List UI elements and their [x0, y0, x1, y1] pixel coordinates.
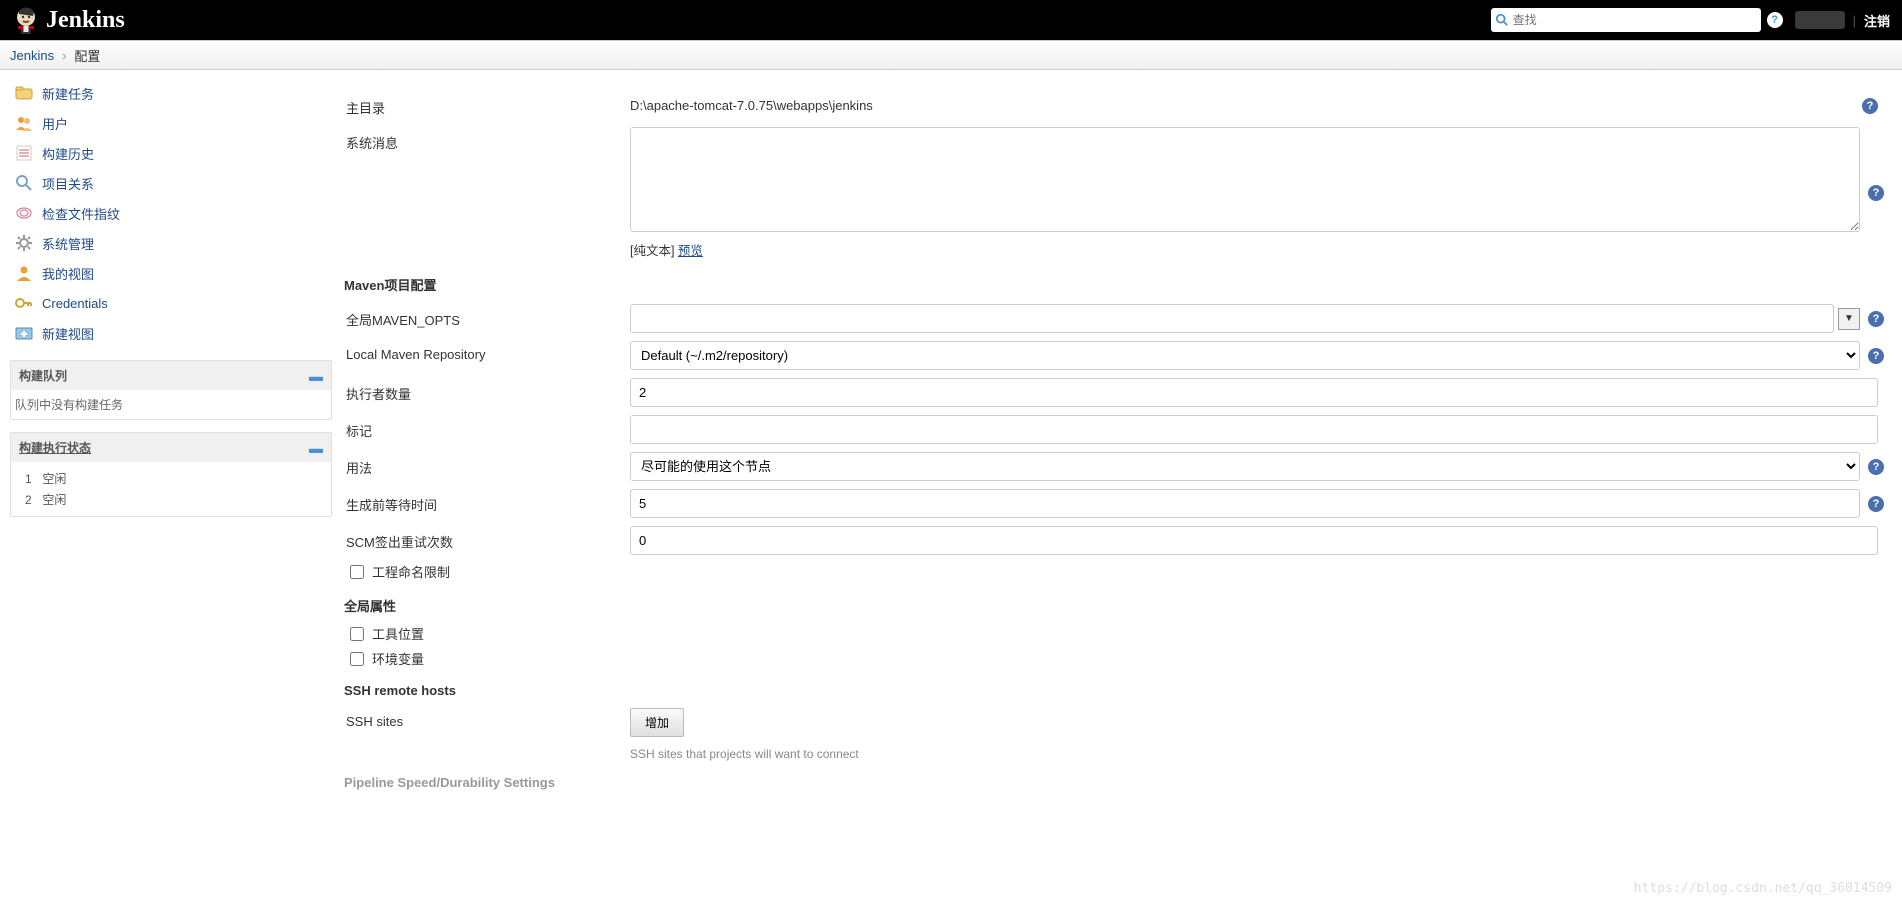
ssh-section-title: SSH remote hosts	[340, 671, 1884, 704]
user-name-blurred[interactable]	[1795, 11, 1845, 29]
header-help-icon[interactable]: ?	[1767, 12, 1783, 28]
scm-retry-label: SCM签出重试次数	[340, 526, 630, 551]
pipeline-section-title: Pipeline Speed/Durability Settings	[340, 761, 1884, 794]
executors-count-input[interactable]	[630, 378, 1878, 407]
collapse-exec-icon[interactable]: ▬	[309, 440, 323, 456]
jenkins-head-icon	[12, 4, 40, 36]
chevron-right-icon: ›	[62, 48, 66, 63]
maven-repo-label: Local Maven Repository	[340, 341, 630, 362]
key-icon	[14, 293, 34, 313]
tool-locations-label: 工具位置	[372, 624, 424, 643]
search-icon	[1495, 13, 1509, 27]
sidebar-item-credentials[interactable]: Credentials	[10, 288, 332, 318]
executor-row: 1 空闲	[15, 468, 327, 489]
env-vars-checkbox[interactable]	[350, 652, 364, 666]
expand-button[interactable]: ▼	[1838, 308, 1860, 330]
maven-opts-label: 全局MAVEN_OPTS	[340, 304, 630, 329]
sidebar-item-history[interactable]: 构建历史	[10, 138, 332, 168]
naming-strategy-label: 工程命名限制	[372, 562, 450, 581]
sidebar-item-myview[interactable]: 我的视图	[10, 258, 332, 288]
help-icon[interactable]: ?	[1868, 496, 1884, 512]
search-input[interactable]	[1513, 13, 1757, 27]
maven-section-title: Maven项目配置	[340, 263, 1884, 300]
users-icon	[14, 113, 34, 133]
executor-status-link[interactable]: 构建执行状态	[19, 439, 91, 456]
fingerprint-icon	[14, 203, 34, 223]
label-input[interactable]	[630, 415, 1878, 444]
breadcrumb-current: 配置	[74, 46, 100, 65]
executors-count-label: 执行者数量	[340, 378, 630, 403]
sidebar-item-relation[interactable]: 项目关系	[10, 168, 332, 198]
help-icon[interactable]: ?	[1868, 459, 1884, 475]
global-props-section-title: 全局属性	[340, 584, 1884, 621]
ssh-add-button[interactable]: 增加	[630, 708, 684, 737]
sysmsg-textarea[interactable]	[630, 127, 1860, 232]
home-dir-value: D:\apache-tomcat-7.0.75\webapps\jenkins	[630, 92, 873, 119]
new-job-icon	[14, 83, 34, 103]
help-icon[interactable]: ?	[1868, 348, 1884, 364]
home-dir-label: 主目录	[340, 92, 630, 117]
breadcrumb: Jenkins › 配置	[0, 40, 1902, 70]
usage-select[interactable]: 尽可能的使用这个节点	[630, 452, 1860, 481]
executor-status-header: 构建执行状态 ▬	[11, 433, 331, 462]
brand-text: Jenkins	[46, 7, 125, 34]
plus-folder-icon	[14, 323, 34, 343]
label-label: 标记	[340, 415, 630, 440]
maven-repo-select[interactable]: Default (~/.m2/repository)	[630, 341, 1860, 370]
build-queue-empty: 队列中没有构建任务	[11, 390, 331, 419]
sysmsg-label: 系统消息	[340, 127, 630, 152]
quiet-period-label: 生成前等待时间	[340, 489, 630, 514]
maven-opts-input[interactable]	[630, 304, 1834, 333]
help-icon[interactable]: ?	[1868, 185, 1884, 201]
sidebar-item-newview[interactable]: 新建视图	[10, 318, 332, 348]
preview-link[interactable]: 预览	[678, 244, 703, 258]
sidebar-item-manage[interactable]: 系统管理	[10, 228, 332, 258]
usage-label: 用法	[340, 452, 630, 477]
help-icon[interactable]: ?	[1862, 98, 1878, 114]
watermark: https://blog.csdn.net/qq_36014509	[1634, 881, 1892, 896]
build-queue-header: 构建队列 ▬	[11, 361, 331, 390]
tool-locations-checkbox[interactable]	[350, 627, 364, 641]
user-icon	[14, 263, 34, 283]
executor-row: 2 空闲	[15, 489, 327, 510]
gear-icon	[14, 233, 34, 253]
logout-link[interactable]: 注销	[1864, 11, 1890, 30]
ssh-sites-hint: SSH sites that projects will want to con…	[630, 741, 1884, 761]
jenkins-logo[interactable]: Jenkins	[12, 4, 125, 36]
naming-strategy-checkbox[interactable]	[350, 565, 364, 579]
history-icon	[14, 143, 34, 163]
search-icon	[14, 173, 34, 193]
sidebar-item-users[interactable]: 用户	[10, 108, 332, 138]
help-icon[interactable]: ?	[1868, 311, 1884, 327]
sidebar-item-fingerprint[interactable]: 检查文件指纹	[10, 198, 332, 228]
search-box[interactable]	[1491, 8, 1761, 32]
collapse-queue-icon[interactable]: ▬	[309, 368, 323, 384]
breadcrumb-root[interactable]: Jenkins	[10, 48, 54, 63]
env-vars-label: 环境变量	[372, 649, 424, 668]
scm-retry-input[interactable]	[630, 526, 1878, 555]
sysmsg-format-hint: [纯文本] 预览	[630, 236, 1860, 259]
quiet-period-input[interactable]	[630, 489, 1860, 518]
sidebar-item-new[interactable]: 新建任务	[10, 78, 332, 108]
ssh-sites-label: SSH sites	[340, 708, 630, 729]
